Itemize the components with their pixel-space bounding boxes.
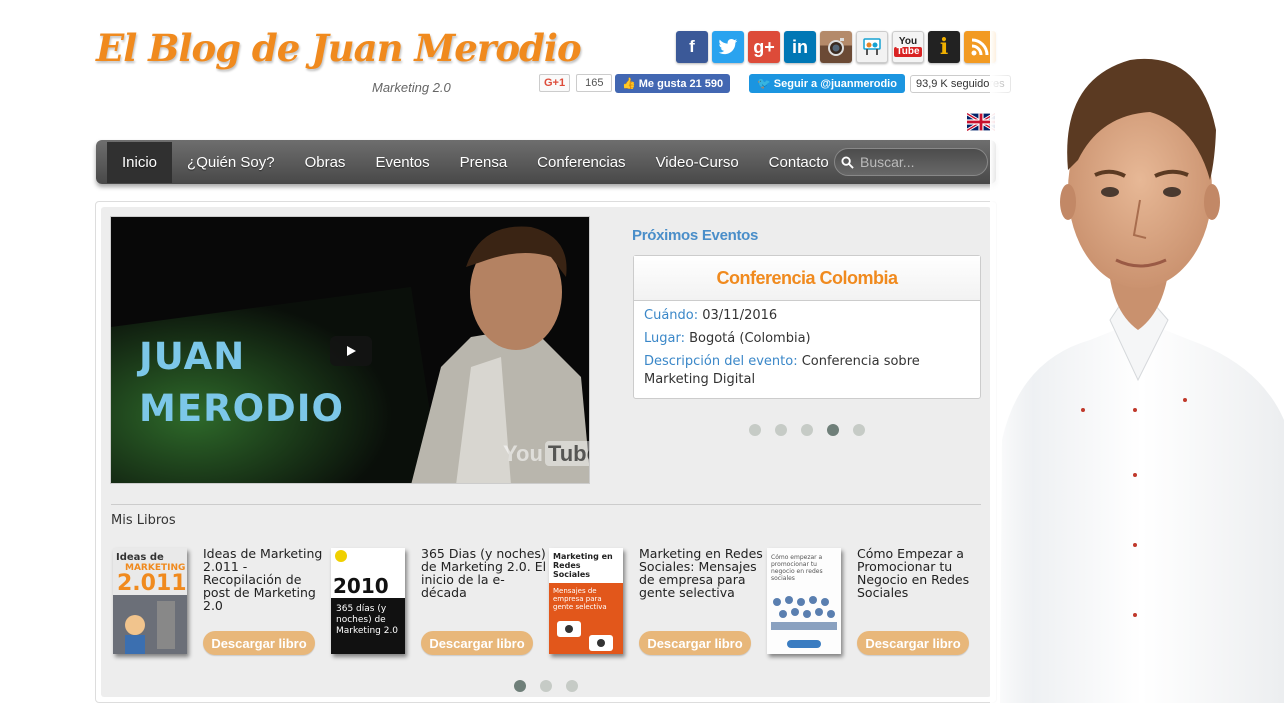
nav-item-obras[interactable]: Obras: [290, 142, 361, 183]
book-item: 2010 365 días (y noches) de Marketing 2.…: [329, 546, 547, 658]
twitter-icon[interactable]: [712, 31, 744, 63]
nav-item-eventos[interactable]: Eventos: [360, 142, 444, 183]
cover-2-mid: 365 días (y noches) de Marketing 2.0: [331, 598, 405, 654]
nav-item-contacto[interactable]: Contacto: [754, 142, 844, 183]
books-pager: [514, 680, 578, 692]
books-pager-dot[interactable]: [540, 680, 552, 692]
cover-3-mid: Mensajes de empresa para gente selectiva: [553, 587, 607, 611]
gplus-widget: G+1 165: [539, 74, 613, 92]
event-title[interactable]: Conferencia Colombia: [634, 256, 980, 301]
events-pager-dot[interactable]: [749, 424, 761, 436]
event-where-value: Bogotá (Colombia): [684, 331, 811, 346]
cover-4-illustration: [771, 596, 837, 648]
section-divider: [111, 504, 981, 505]
search-box: [834, 148, 988, 176]
cover-3-top: Marketing en Redes Sociales: [549, 548, 623, 583]
gplus-count: 165: [576, 74, 613, 92]
twitter-follow-label: Seguir a @juanmerodio: [773, 78, 897, 90]
event-when-value: 03/11/2016: [698, 308, 778, 323]
book-title[interactable]: Marketing en Redes Sociales: Mensajes de…: [639, 547, 765, 599]
book-cover[interactable]: Ideas de MARKETING 2.011: [113, 548, 187, 654]
download-book-button[interactable]: Descargar libro: [203, 631, 315, 655]
event-when-label: Cuándo:: [644, 308, 699, 323]
event-where: Lugar: Bogotá (Colombia): [634, 330, 980, 348]
search-input[interactable]: [860, 154, 984, 170]
facebook-like-count: 21 590: [689, 78, 724, 90]
youtube-watermark-tube: Tube: [544, 441, 589, 466]
nav-item-prensa[interactable]: Prensa: [445, 142, 523, 183]
cover-4-top: Cómo empezar a promocionar tu negocio en…: [771, 554, 823, 582]
book-title[interactable]: Ideas de Marketing 2.011 - Recopilación …: [203, 547, 329, 612]
book-cover[interactable]: Cómo empezar a promocionar tu negocio en…: [767, 548, 841, 654]
facebook-like-widget: 👍 Me gusta 21 590: [615, 74, 731, 93]
book-title[interactable]: Cómo Empezar a Promocionar tu Negocio en…: [857, 547, 983, 599]
gplus-button[interactable]: G+1: [539, 74, 571, 92]
info-icon[interactable]: i: [928, 31, 960, 63]
events-pager: [749, 424, 865, 436]
events-heading: Próximos Eventos: [632, 227, 759, 244]
books-heading: Mis Libros: [111, 513, 176, 528]
cover-3-illustration: [557, 621, 613, 651]
books-pager-dot[interactable]: [566, 680, 578, 692]
main-nav: Inicio ¿Quién Soy? Obras Eventos Prensa …: [96, 140, 996, 184]
sun-icon: [335, 550, 347, 562]
event-when: Cuándo: 03/11/2016: [634, 307, 980, 325]
instagram-icon[interactable]: [820, 31, 852, 63]
nav-item-conferencias[interactable]: Conferencias: [522, 142, 640, 183]
book-cover[interactable]: Marketing en Redes Sociales Mensajes de …: [549, 548, 623, 654]
events-pager-dot[interactable]: [801, 424, 813, 436]
events-pager-dot[interactable]: [775, 424, 787, 436]
event-card: Conferencia Colombia Cuándo: 03/11/2016 …: [633, 255, 981, 399]
site-tagline: Marketing 2.0: [372, 80, 451, 95]
play-button[interactable]: [330, 336, 372, 366]
cover-1-illustration: [113, 595, 187, 654]
download-book-button[interactable]: Descargar libro: [421, 631, 533, 655]
site-logo[interactable]: El Blog de Juan Merodio: [96, 26, 582, 70]
video-title-line1: JUAN: [139, 335, 246, 378]
facebook-icon[interactable]: f: [676, 31, 708, 63]
cover-1-big: 2.011: [117, 571, 187, 596]
event-description: Descripción del evento: Conferencia sobr…: [634, 353, 980, 389]
google-plus-icon[interactable]: g+: [748, 31, 780, 63]
book-cover[interactable]: 2010 365 días (y noches) de Marketing 2.…: [331, 548, 405, 654]
cover-2-top: 2010: [333, 574, 389, 598]
play-icon: [347, 346, 356, 356]
slideshare-icon[interactable]: [856, 31, 888, 63]
video-title-line2: MERODIO: [139, 387, 344, 430]
video-player[interactable]: JUAN MERODIO YouTube: [110, 216, 590, 484]
nav-item-quien-soy[interactable]: ¿Quién Soy?: [172, 142, 290, 183]
linkedin-icon[interactable]: in: [784, 31, 816, 63]
nav-item-video-curso[interactable]: Video-Curso: [641, 142, 754, 183]
author-portrait: [990, 20, 1284, 703]
youtube-watermark[interactable]: YouTube: [503, 441, 589, 467]
facebook-like-button[interactable]: 👍 Me gusta 21 590: [615, 74, 731, 93]
download-book-button[interactable]: Descargar libro: [639, 631, 751, 655]
download-book-button[interactable]: Descargar libro: [857, 631, 969, 655]
facebook-like-label: Me gusta: [638, 78, 687, 90]
nav-item-inicio[interactable]: Inicio: [107, 141, 173, 183]
cover-1-top: Ideas de: [116, 552, 164, 563]
book-item: Ideas de MARKETING 2.011 Ideas de Market…: [111, 546, 329, 658]
twitter-follow-widget: 🐦 Seguir a @juanmerodio 93,9 K seguidore…: [749, 74, 1011, 93]
twitter-follow-button[interactable]: 🐦 Seguir a @juanmerodio: [749, 74, 905, 93]
social-icons: f g+ in You Tube i: [676, 31, 996, 63]
event-desc-label: Descripción del evento:: [644, 354, 798, 369]
search-icon: [841, 155, 854, 169]
book-title[interactable]: 365 Dias (y noches) de Marketing 2.0. El…: [421, 547, 547, 599]
events-pager-dot[interactable]: [853, 424, 865, 436]
event-where-label: Lugar:: [644, 331, 685, 346]
events-pager-dot[interactable]: [827, 424, 839, 436]
youtube-watermark-you: You: [503, 441, 543, 466]
book-item: Cómo empezar a promocionar tu negocio en…: [765, 546, 983, 658]
twitter-bird-icon: 🐦: [757, 78, 771, 90]
youtube-icon[interactable]: You Tube: [892, 31, 924, 63]
thumbs-up-icon: 👍: [622, 78, 636, 90]
book-item: Marketing en Redes Sociales Mensajes de …: [547, 546, 765, 658]
books-pager-dot[interactable]: [514, 680, 526, 692]
